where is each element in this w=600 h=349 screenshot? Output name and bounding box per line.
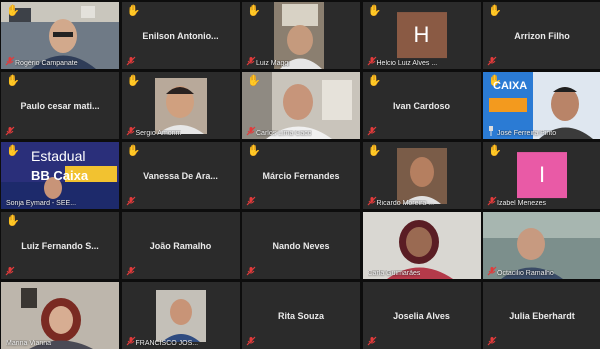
participant-video — [362, 212, 481, 279]
participant-tile-izabel[interactable]: ✋ I Izabel Menezes — [483, 142, 600, 209]
participant-tile-julia[interactable]: Julia Eberhardt — [483, 282, 600, 349]
raised-hand-icon: ✋ — [126, 75, 141, 87]
raised-hand-icon: ✋ — [6, 75, 20, 87]
participant-name: Nando Neves — [272, 240, 330, 251]
participant-tile-luiz-maggi[interactable]: ✋ Luiz Maggi — [242, 2, 360, 69]
raised-hand-icon: ✋ — [126, 5, 141, 17]
raised-hand-icon: ✋ — [6, 5, 20, 17]
raised-hand-icon: ✋ — [488, 5, 502, 17]
avatar: I — [517, 151, 567, 198]
participant-video — [483, 212, 600, 279]
mic-muted-icon — [487, 56, 497, 66]
participant-tile-carlos[interactable]: ✋ Carlos Lima Caco — [242, 72, 360, 139]
participant-name: Arrizon Filho — [514, 30, 570, 41]
pin-icon — [489, 126, 493, 136]
participant-name: Vanessa De Ara... — [143, 170, 218, 181]
mic-muted-icon — [246, 126, 256, 136]
participant-tile-sonja[interactable]: ✋ Estadual BB Caixa Sonja Eymard - SEE..… — [1, 142, 119, 209]
participant-name: Luiz Maggi — [256, 60, 290, 67]
mic-muted-icon — [487, 196, 497, 206]
participant-tile-rogerio[interactable]: ✋ Rogério Campanate — [1, 2, 119, 69]
mic-muted-icon — [367, 126, 376, 136]
raised-hand-icon: ✋ — [6, 215, 20, 227]
raised-hand-icon: ✋ — [247, 145, 261, 157]
raised-hand-icon: ✋ — [367, 145, 382, 157]
raised-hand-icon: ✋ — [367, 75, 382, 87]
participant-name: Rita Souza — [277, 310, 324, 321]
avatar-letter: H — [413, 21, 430, 47]
mic-muted-icon — [5, 266, 15, 276]
participant-tile-marcio[interactable]: ✋ Márcio Fernandes — [242, 142, 360, 209]
participant-name: Luiz Fernando S... — [21, 240, 99, 251]
participant-tile-joselia[interactable]: Joselia Alves — [362, 282, 481, 349]
participant-name: Rogério Campanate — [15, 60, 78, 67]
participant-video — [1, 282, 119, 349]
participant-name: Octacilio Ramalho — [497, 270, 554, 277]
overlay-text: CAIXA — [493, 80, 528, 92]
participant-name: Izabel Menezes — [497, 200, 547, 207]
participant-name: Julia Eberhardt — [509, 310, 575, 321]
participant-tile-joao[interactable]: João Ramalho — [121, 212, 240, 279]
participant-tile-arrizon[interactable]: ✋ Arrizon Filho — [483, 2, 600, 69]
raised-hand-icon: ✋ — [488, 145, 502, 157]
raised-hand-icon: ✋ — [126, 145, 141, 157]
participant-tile-vanessa[interactable]: ✋ Vanessa De Ara... — [121, 142, 240, 209]
participant-name: Carla Guimarães — [367, 270, 421, 277]
mic-muted-icon — [246, 196, 256, 206]
participant-tile-rita[interactable]: Rita Souza — [242, 282, 360, 349]
participant-name: Marina Vianna — [6, 340, 52, 347]
mic-muted-icon — [5, 126, 15, 136]
mic-muted-icon — [367, 196, 376, 206]
participant-name: Sonja Eymard - SEE... — [6, 200, 77, 207]
participant-name: Ivan Cardoso — [392, 100, 450, 111]
raised-hand-icon: ✋ — [247, 75, 261, 87]
participant-video — [121, 282, 240, 349]
overlay-text-secondary: BB Caixa — [31, 168, 89, 183]
avatar-letter: I — [538, 161, 546, 187]
participant-name: Helcio Luiz Alves ... — [376, 60, 438, 67]
mic-muted-icon — [126, 56, 135, 66]
mic-muted-icon — [367, 56, 376, 66]
mic-muted-icon — [126, 126, 135, 136]
participant-tile-paulo[interactable]: ✋ Paulo cesar mati... — [1, 72, 119, 139]
participant-tile-helcio[interactable]: ✋ H Helcio Luiz Alves ... — [362, 2, 481, 69]
participant-name: FRANCISCO JOS... — [135, 340, 199, 347]
participant-grid: ✋ Rogério Campanate ✋ Enilson Antonio...… — [0, 0, 600, 349]
participant-name: Joselia Alves — [393, 310, 450, 321]
mic-muted-icon — [246, 56, 256, 66]
raised-hand-icon: ✋ — [247, 5, 261, 17]
participant-tile-luiz-fernando[interactable]: ✋ Luiz Fernando S... — [1, 212, 119, 279]
participant-name: Sergio Amorim — [135, 130, 182, 137]
participant-name: Paulo cesar mati... — [20, 100, 100, 111]
raised-hand-icon: ✋ — [367, 5, 382, 17]
participant-tile-marina[interactable]: Marina Vianna — [1, 282, 119, 349]
mic-muted-icon — [246, 266, 256, 276]
participant-name: Márcio Fernandes — [262, 170, 340, 181]
participant-tile-octacilio[interactable]: Octacilio Ramalho — [483, 212, 600, 279]
participant-tile-ivan[interactable]: ✋ Ivan Cardoso — [362, 72, 481, 139]
participant-name: Carlos Lima Caco — [256, 130, 312, 137]
overlay-text: Estadual — [31, 148, 86, 164]
participant-tile-enilson[interactable]: ✋ Enilson Antonio... — [121, 2, 240, 69]
participant-tile-francisco[interactable]: FRANCISCO JOS... — [121, 282, 240, 349]
participant-name: João Ramalho — [149, 240, 212, 251]
participant-tile-nando[interactable]: Nando Neves — [242, 212, 360, 279]
avatar: H — [396, 11, 447, 58]
mic-muted-icon — [126, 266, 135, 276]
participant-tile-jose[interactable]: ✋ CAIXA José Ferreira Pinto — [483, 72, 600, 139]
participant-tile-carla-active-speaker[interactable]: Carla Guimarães — [362, 212, 481, 279]
mic-muted-icon — [5, 56, 15, 66]
mic-muted-icon — [487, 266, 497, 276]
mic-muted-icon — [126, 196, 135, 206]
raised-hand-icon: ✋ — [6, 145, 20, 157]
participant-name: José Ferreira Pinto — [497, 130, 557, 137]
participant-tile-ricardo[interactable]: ✋ Ricardo Moreira ... — [362, 142, 481, 209]
participant-tile-sergio[interactable]: ✋ Sergio Amorim — [121, 72, 240, 139]
participant-name: Enilson Antonio... — [142, 30, 219, 41]
participant-name: Ricardo Moreira ... — [376, 200, 435, 207]
